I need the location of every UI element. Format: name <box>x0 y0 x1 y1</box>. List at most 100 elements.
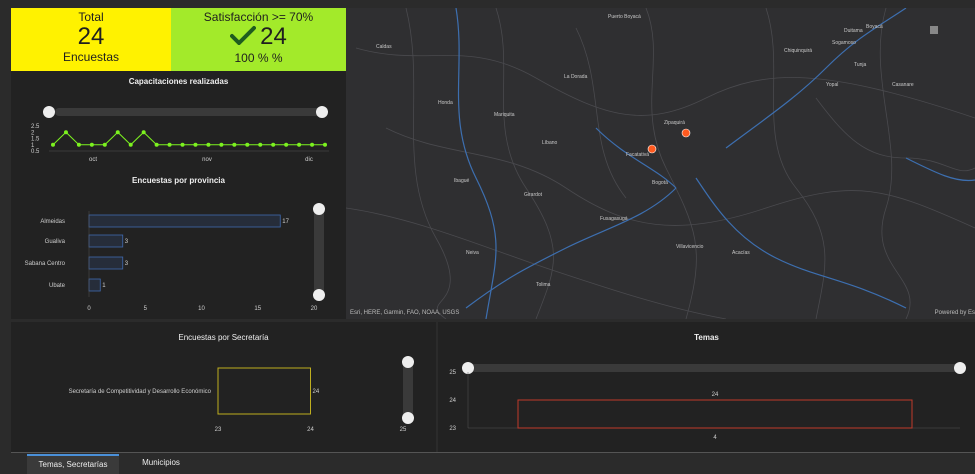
capacitaciones-x-tick: oct <box>89 157 97 163</box>
capacitaciones-data-point[interactable] <box>141 130 146 135</box>
kpi-satisfaction-title: Satisfacción >= 70% <box>203 10 314 24</box>
temas-y-tick: 25 <box>449 370 456 376</box>
provincias-bar-value: 1 <box>102 283 106 289</box>
tab-temas-secretarias[interactable]: Temas, Secretarías <box>27 454 119 474</box>
capacitaciones-data-point[interactable] <box>232 142 237 147</box>
capacitaciones-data-point[interactable] <box>271 142 276 147</box>
capacitaciones-data-point[interactable] <box>128 142 133 147</box>
map-canvas[interactable]: Puerto Boyacá Duitama Sogamoso Chiquinquirá… <box>346 8 975 319</box>
map-basemap-icon[interactable] <box>930 26 938 34</box>
temas-y-tick: 24 <box>449 398 456 404</box>
provincias-x-tick: 15 <box>254 306 261 312</box>
capacitaciones-panel: Capacitaciones realizadas 2.5 2 1.5 1 0.5 oc… <box>11 71 346 171</box>
capacitaciones-y-tick: 0.5 <box>31 149 40 155</box>
provincias-bar[interactable] <box>88 214 281 228</box>
capacitaciones-y-tick: 1.5 <box>31 137 40 143</box>
capacitaciones-data-point[interactable] <box>193 142 198 147</box>
capacitaciones-data-point[interactable] <box>323 142 327 147</box>
kpi-satisfaction-card: Satisfacción >= 70% 24 100 % % <box>171 8 346 71</box>
map-powered-by[interactable]: Powered by Es <box>935 310 975 316</box>
capacitaciones-data-point[interactable] <box>51 142 55 147</box>
provincias-chart: Almeidas 17 Gualiva 3 Sabana Centro 3 Ubate 1 0… <box>25 203 325 312</box>
capacitaciones-data-point[interactable] <box>245 142 250 147</box>
map-place-label: Facatativá <box>626 152 649 158</box>
map-attribution: Esri, HERE, Garmin, FAO, NOAA, USGS <box>350 310 460 316</box>
capacitaciones-range-handle-right[interactable] <box>316 106 328 118</box>
temas-bar-value: 24 <box>712 392 719 398</box>
map-view[interactable]: Puerto Boyacá Duitama Sogamoso Chiquinquirá… <box>346 8 975 319</box>
kpi-total-value: 24 <box>77 23 105 50</box>
check-icon <box>230 25 257 51</box>
map-place-label: Líbano <box>542 140 558 146</box>
map-place-label: Caldas <box>376 44 392 50</box>
provincias-bar[interactable] <box>88 234 124 248</box>
map-point[interactable] <box>681 128 691 138</box>
capacitaciones-series-line <box>52 131 325 146</box>
provincias-bar[interactable] <box>88 278 101 292</box>
capacitaciones-y-tick: 2.5 <box>31 124 40 130</box>
provincias-x-tick: 10 <box>198 306 205 312</box>
capacitaciones-data-point[interactable] <box>89 142 94 147</box>
provincias-panel: Encuestas por provincia Almeidas 17 Gualiv… <box>11 171 346 319</box>
capacitaciones-data-point[interactable] <box>310 142 315 147</box>
capacitaciones-data-point[interactable] <box>180 142 185 147</box>
map-place-label: Mariquita <box>494 112 515 118</box>
provincias-scroll-handle-bottom[interactable] <box>313 289 325 301</box>
provincias-x-tick: 0 <box>87 306 91 312</box>
temas-range-track[interactable] <box>470 364 960 372</box>
kpi-satisfaction-subtitle: 100 % % <box>234 50 283 65</box>
provincias-category-label: Ubate <box>49 283 66 289</box>
map-place-label: Boyacá <box>866 24 883 30</box>
capacitaciones-data-point[interactable] <box>258 142 263 147</box>
provincias-bar[interactable] <box>88 256 124 270</box>
capacitaciones-data-point[interactable] <box>63 130 68 135</box>
map-place-label: Sogamoso <box>832 40 856 46</box>
secretaria-scroll-track[interactable] <box>403 362 413 418</box>
capacitaciones-chart: 2.521.510.5 oct nov dic <box>31 106 329 163</box>
provincias-bar-value: 3 <box>125 239 129 245</box>
capacitaciones-y-tick: 2 <box>31 130 35 136</box>
map-place-label: Honda <box>438 100 453 106</box>
secretaria-category-label: Secretaría de Competitividad y Desarroll… <box>69 389 212 395</box>
temas-y-tick: 23 <box>449 426 456 432</box>
capacitaciones-data-point[interactable] <box>154 142 159 147</box>
map-place-label: Ibagué <box>454 178 470 184</box>
provincias-bar-value: 3 <box>125 261 129 267</box>
capacitaciones-data-point[interactable] <box>219 142 224 147</box>
capacitaciones-data-point[interactable] <box>297 142 302 147</box>
provincias-bar-value: 17 <box>282 219 289 225</box>
capacitaciones-data-point[interactable] <box>167 142 172 147</box>
tab-municipios[interactable]: Municipios <box>125 454 197 472</box>
secretaria-bar-value: 24 <box>313 389 320 395</box>
map-place-label: Tolima <box>536 282 551 288</box>
secretaria-x-tick: 25 <box>400 427 407 433</box>
provincias-x-tick: 5 <box>144 306 148 312</box>
temas-panel: Temas 25 24 23 24 4 <box>438 322 975 452</box>
provincias-category-label: Gualiva <box>45 239 66 245</box>
map-point[interactable] <box>647 144 657 154</box>
capacitaciones-data-point[interactable] <box>76 142 81 147</box>
temas-category-label: 4 <box>713 435 717 441</box>
capacitaciones-data-point[interactable] <box>115 130 120 135</box>
map-place-label: Girardot <box>524 192 543 198</box>
map-place-label: Acacías <box>732 250 750 256</box>
temas-range-handle-right[interactable] <box>954 362 966 374</box>
kpi-satisfaction-value: 24 <box>260 23 287 50</box>
temas-bar[interactable] <box>517 399 913 429</box>
secretaria-chart: Secretaría de Competitividad y Desarroll… <box>69 356 414 433</box>
capacitaciones-data-point[interactable] <box>206 142 211 147</box>
map-place-label: Villavicencio <box>676 244 704 250</box>
provincias-scroll-track[interactable] <box>314 209 324 295</box>
secretaria-scroll-handle-bottom[interactable] <box>402 412 414 424</box>
capacitaciones-data-point[interactable] <box>102 142 107 147</box>
capacitaciones-range-handle-left[interactable] <box>43 106 55 118</box>
capacitaciones-x-tick: nov <box>202 157 212 163</box>
capacitaciones-range-track[interactable] <box>55 108 323 116</box>
capacitaciones-data-point[interactable] <box>284 142 289 147</box>
secretaria-x-tick: 24 <box>307 427 314 433</box>
temas-chart: 25 24 23 24 4 <box>449 362 966 441</box>
provincias-scroll-handle-top[interactable] <box>313 203 325 215</box>
kpi-total-subtitle: Encuestas <box>62 50 120 64</box>
secretaria-bar[interactable] <box>217 367 311 415</box>
secretaria-scroll-handle-top[interactable] <box>402 356 414 368</box>
